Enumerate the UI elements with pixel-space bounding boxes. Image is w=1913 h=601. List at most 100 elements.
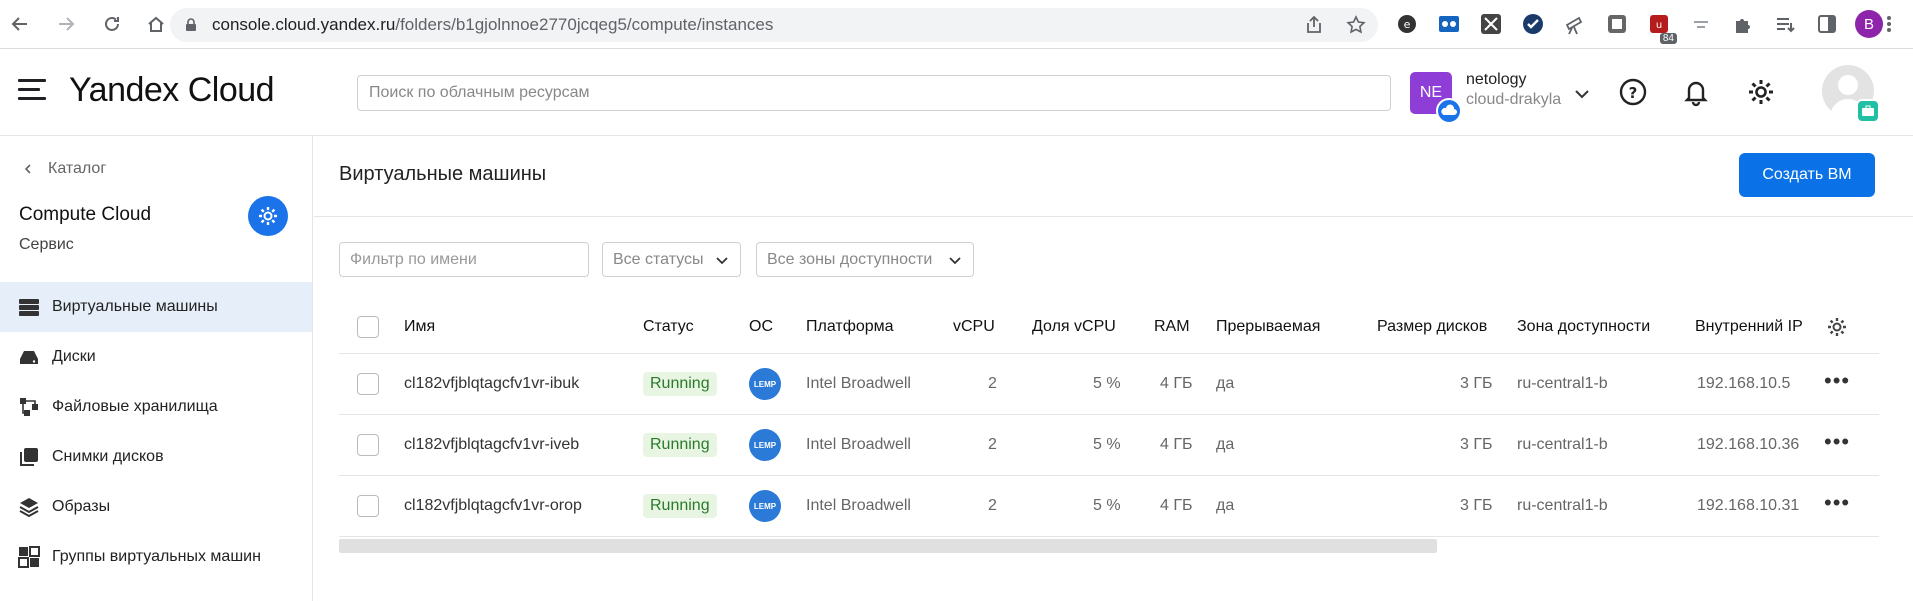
- sidebar-item-label: Диски: [52, 348, 96, 365]
- column-header[interactable]: Внутренний IP: [1695, 318, 1803, 336]
- sidebar-item-instance-groups[interactable]: Группы виртуальных машин: [0, 532, 312, 582]
- share-icon[interactable]: [1304, 15, 1324, 35]
- vcpu-share-cell: 5 %: [1093, 375, 1121, 392]
- extension-7-icon[interactable]: u 84: [1645, 10, 1677, 44]
- table-row[interactable]: cl182vfjblqtagcfv1vr-iveb Running LEMP I…: [339, 415, 1879, 476]
- sidebar-item-snapshots[interactable]: Снимки дисков: [0, 432, 312, 482]
- column-header[interactable]: Имя: [404, 318, 435, 336]
- vm-name-link[interactable]: cl182vfjblqtagcfv1vr-orop: [404, 497, 582, 515]
- help-icon[interactable]: ?: [1618, 77, 1648, 107]
- column-header[interactable]: Доля vCPU: [1032, 318, 1116, 336]
- more-actions-icon[interactable]: •••: [1824, 429, 1850, 455]
- side-panel-icon[interactable]: [1813, 10, 1841, 38]
- svg-text:e: e: [1404, 18, 1411, 31]
- column-header[interactable]: Платформа: [806, 318, 894, 336]
- vm-name-link[interactable]: cl182vfjblqtagcfv1vr-iveb: [404, 436, 579, 454]
- org-switcher[interactable]: netology cloud-drakyla: [1466, 71, 1561, 109]
- sidebar-item-label: Снимки дисков: [52, 448, 164, 465]
- horizontal-scrollbar[interactable]: [339, 539, 1437, 553]
- column-header[interactable]: Прерываемая: [1216, 318, 1320, 336]
- preemptible-cell: да: [1216, 375, 1235, 392]
- service-settings-icon[interactable]: [248, 196, 288, 236]
- name-filter-input[interactable]: Фильтр по имени: [339, 242, 589, 277]
- internal-ip-cell: 192.168.10.36: [1697, 436, 1800, 453]
- sidebar-item-disks[interactable]: Диски: [0, 332, 312, 382]
- extension-1-icon[interactable]: e: [1393, 10, 1421, 38]
- reading-list-icon[interactable]: [1771, 10, 1799, 38]
- row-checkbox[interactable]: [357, 495, 379, 517]
- instance-group-icon: [18, 546, 40, 568]
- vcpu-cell: 2: [988, 436, 997, 453]
- sidebar-item-label: Виртуальные машины: [52, 298, 218, 315]
- column-settings-gear-icon[interactable]: [1826, 316, 1848, 338]
- kebab-menu-icon[interactable]: [1875, 10, 1903, 38]
- more-actions-icon[interactable]: •••: [1824, 368, 1850, 394]
- gear-icon[interactable]: [1746, 77, 1776, 107]
- back-to-catalog-link[interactable]: Каталог: [22, 160, 106, 178]
- table-row[interactable]: cl182vfjblqtagcfv1vr-ibuk Running LEMP I…: [339, 354, 1879, 415]
- platform-cell: Intel Broadwell: [806, 497, 911, 514]
- back-arrow-icon[interactable]: [6, 10, 34, 38]
- service-subtitle: Сервис: [19, 236, 74, 253]
- preemptible-cell: да: [1216, 497, 1235, 514]
- extension-8-icon[interactable]: [1687, 10, 1715, 38]
- menu-icon[interactable]: [18, 79, 46, 103]
- platform-cell: Intel Broadwell: [806, 375, 911, 392]
- table-row[interactable]: cl182vfjblqtagcfv1vr-orop Running LEMP I…: [339, 476, 1879, 537]
- chevron-down-icon[interactable]: [1572, 84, 1592, 104]
- status-filter-value: Все статусы: [613, 250, 704, 268]
- column-header[interactable]: Зона доступности: [1517, 318, 1650, 336]
- check-circle-extension-icon[interactable]: [1519, 10, 1547, 38]
- address-bar[interactable]: console.cloud.yandex.ru/folders/b1gjolnn…: [170, 8, 1378, 42]
- sidebar: Каталог Compute Cloud Сервис Виртуальные…: [0, 136, 313, 601]
- puzzle-icon[interactable]: [1729, 10, 1757, 38]
- back-label: Каталог: [48, 160, 107, 177]
- column-header[interactable]: RAM: [1154, 318, 1190, 336]
- sidebar-item-file-storage[interactable]: Файловые хранилища: [0, 382, 312, 432]
- url-text: console.cloud.yandex.ru/folders/b1gjolnn…: [212, 15, 774, 34]
- chevron-down-icon: [949, 257, 961, 265]
- vm-name-link[interactable]: cl182vfjblqtagcfv1vr-ibuk: [404, 375, 579, 393]
- home-icon[interactable]: [142, 10, 170, 38]
- lock-icon[interactable]: [184, 18, 198, 32]
- logo[interactable]: Yandex Cloud: [69, 71, 275, 110]
- row-checkbox[interactable]: [357, 373, 379, 395]
- sidebar-item-virtual-machines[interactable]: Виртуальные машины: [0, 282, 312, 332]
- status-filter-select[interactable]: Все статусы: [602, 242, 741, 277]
- more-actions-icon[interactable]: •••: [1824, 490, 1850, 516]
- telescope-extension-icon[interactable]: [1561, 10, 1589, 38]
- table-header: Имя Статус ОС Платформа vCPU Доля vCPU R…: [339, 300, 1879, 354]
- zone-cell: ru-central1-b: [1517, 436, 1608, 453]
- search-input[interactable]: Поиск по облачным ресурсам: [357, 75, 1391, 111]
- vm-table: Имя Статус ОС Платформа vCPU Доля vCPU R…: [339, 300, 1879, 537]
- zone-filter-select[interactable]: Все зоны доступности: [756, 242, 974, 277]
- sidebar-item-images[interactable]: Образы: [0, 482, 312, 532]
- select-all-checkbox[interactable]: [357, 315, 379, 338]
- forward-arrow-icon[interactable]: [52, 10, 80, 38]
- page-title: Виртуальные машины: [339, 163, 547, 185]
- status-badge: Running: [643, 372, 717, 396]
- extension-6-icon[interactable]: [1603, 10, 1631, 38]
- create-vm-button[interactable]: Создать ВМ: [1739, 153, 1875, 197]
- platform-cell: Intel Broadwell: [806, 436, 911, 453]
- cloud-icon: [1436, 98, 1462, 124]
- svg-text:?: ?: [1629, 84, 1638, 102]
- chevron-left-icon: [24, 164, 31, 174]
- star-icon[interactable]: [1346, 15, 1366, 35]
- divider: [314, 216, 1913, 217]
- row-checkbox[interactable]: [357, 434, 379, 456]
- extension-3-icon[interactable]: [1477, 10, 1505, 38]
- server-icon: [19, 299, 39, 316]
- reload-icon[interactable]: [98, 10, 126, 38]
- vcpu-share-cell: 5 %: [1093, 497, 1121, 514]
- file-storage-icon: [20, 398, 38, 416]
- vcpu-cell: 2: [988, 497, 997, 514]
- column-header[interactable]: Статус: [643, 318, 694, 336]
- extension-2-icon[interactable]: [1435, 10, 1463, 38]
- bell-icon[interactable]: [1681, 77, 1711, 107]
- zone-filter-value: Все зоны доступности: [767, 250, 933, 268]
- column-header[interactable]: Размер дисков: [1377, 318, 1487, 336]
- disk-icon: [20, 351, 38, 364]
- column-header[interactable]: vCPU: [953, 318, 995, 336]
- column-header[interactable]: ОС: [749, 318, 773, 336]
